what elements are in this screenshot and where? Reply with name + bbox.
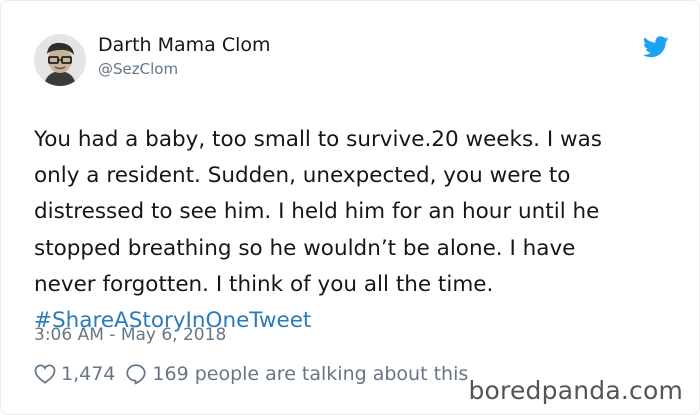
like-count: 1,474 [61,363,116,385]
conversation-link[interactable]: 169 people are talking about this [125,363,468,385]
tweet-text: You had a baby, too small to survive.20 … [34,122,684,339]
tweet-card: Darth Mama Clom @SezClom You had a baby,… [0,0,700,415]
speech-bubble-icon [125,363,147,385]
tweet-text-line: stopped breathing so he wouldn’t be alon… [34,235,576,261]
tweet-timestamp[interactable]: 3:06 AM - May 6, 2018 [34,323,226,347]
twitter-bird-icon[interactable] [642,36,669,58]
conversation-text: 169 people are talking about this [152,363,469,385]
author-handle[interactable]: @SezClom [98,59,178,79]
engagement-bar: 1,474 169 people are talking about this [34,360,468,388]
author-avatar[interactable] [34,34,86,86]
tweet-text-line: never forgotten. I think of you all the … [34,271,494,297]
heart-outline-icon [34,364,56,384]
like-button[interactable]: 1,474 [34,363,125,385]
tweet-text-line: You had a baby, too small to survive.20 … [34,127,602,152]
tweet-text-line: distressed to see him. I held him for an… [34,199,600,225]
watermark: boredpanda.com [468,376,683,405]
tweet-text-line: only a resident. Sudden, unexpected, you… [34,163,571,189]
author-display-name[interactable]: Darth Mama Clom [98,33,271,57]
